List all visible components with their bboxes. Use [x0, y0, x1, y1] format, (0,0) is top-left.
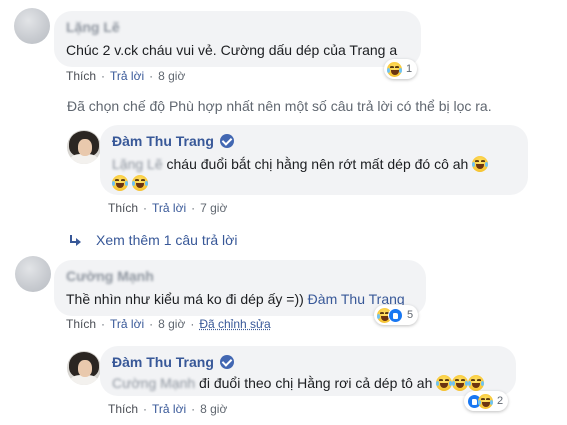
comment-author[interactable]: Cường Mạnh: [66, 267, 414, 285]
reaction-summary[interactable]: 5: [374, 305, 419, 325]
like-button[interactable]: Thích: [108, 402, 138, 416]
reaction-count: 2: [497, 395, 504, 407]
reaction-count: 1: [406, 63, 413, 75]
comment-bubble: Lặng Lẽ Chúc 2 v.ck cháu vui vẻ. Cường d…: [54, 11, 421, 67]
comment-author[interactable]: Đàm Thu Trang: [112, 132, 516, 150]
haha-emoji-icon: [468, 375, 485, 391]
comment-actions: Thích · Trả lời · 8 giờ: [66, 69, 186, 83]
mention-link[interactable]: Cường Mạnh: [112, 375, 195, 391]
reaction-summary[interactable]: 2: [464, 391, 509, 411]
haha-emoji-icon: [472, 156, 489, 172]
comment-text: Thề nhìn như kiểu má ko đi dép ấy =)) Đà…: [66, 291, 405, 307]
avatar[interactable]: [67, 130, 101, 164]
like-button[interactable]: Thích: [108, 201, 138, 215]
comment-time[interactable]: 8 giờ: [158, 69, 185, 83]
view-more-replies-link[interactable]: Xem thêm 1 câu trả lời: [70, 232, 237, 248]
comment-text: Cường Mạnh đi đuổi theo chị Hằng rơi cả …: [112, 374, 504, 392]
like-button[interactable]: Thích: [66, 69, 96, 83]
avatar[interactable]: [14, 8, 50, 44]
haha-emoji-icon: [478, 393, 493, 409]
comment-author[interactable]: Lặng Lẽ: [66, 18, 409, 36]
avatar[interactable]: [15, 256, 51, 292]
comment-bubble: Cường Mạnh Thề nhìn như kiểu má ko đi dé…: [54, 260, 426, 316]
comment-time[interactable]: 8 giờ: [200, 402, 227, 416]
emoji-row: [112, 175, 516, 193]
reply-button[interactable]: Trả lời: [152, 402, 186, 416]
reply-button[interactable]: Trả lời: [152, 201, 186, 215]
like-reaction-icon: [388, 307, 403, 323]
reply-bubble: Đàm Thu Trang Cường Mạnh đi đuổi theo ch…: [100, 346, 516, 396]
comment-text: Chúc 2 v.ck cháu vui vẻ. Cường dấu dép c…: [66, 42, 398, 58]
comment-time[interactable]: 8 giờ: [158, 317, 185, 331]
mention-link[interactable]: Lặng Lẽ: [112, 156, 163, 172]
haha-emoji-icon: [387, 61, 402, 77]
comment-actions: Thích · Trả lời · 8 giờ · Đã chỉnh sửa: [66, 317, 271, 331]
reply-button[interactable]: Trả lời: [110, 317, 144, 331]
comment-actions: Thích · Trả lời · 7 giờ: [108, 201, 228, 215]
reaction-summary[interactable]: 1: [384, 59, 418, 79]
comment-time[interactable]: 7 giờ: [200, 201, 227, 215]
comment-text: Lặng Lẽ cháu đuổi bắt chị hằng nên rớt m…: [112, 155, 516, 173]
edited-link[interactable]: Đã chỉnh sửa: [199, 317, 270, 331]
reply-bubble: Đàm Thu Trang Lặng Lẽ cháu đuổi bắt chị …: [100, 125, 528, 195]
verified-badge-icon: [219, 134, 234, 148]
like-button[interactable]: Thích: [66, 317, 96, 331]
reply-arrow-icon: [70, 235, 81, 246]
comment-author[interactable]: Đàm Thu Trang: [112, 353, 504, 371]
haha-emoji-icon: [452, 375, 469, 391]
haha-emoji-icon: [112, 175, 128, 191]
verified-badge-icon: [219, 355, 234, 369]
haha-emoji-icon: [436, 375, 453, 391]
avatar[interactable]: [67, 351, 101, 385]
filter-notice[interactable]: Đã chọn chế độ Phù hợp nhất nên một số c…: [67, 98, 492, 114]
comment-actions: Thích · Trả lời · 8 giờ: [108, 402, 228, 416]
reaction-count: 5: [407, 309, 414, 321]
reply-button[interactable]: Trả lời: [110, 69, 144, 83]
haha-emoji-icon: [132, 175, 149, 191]
